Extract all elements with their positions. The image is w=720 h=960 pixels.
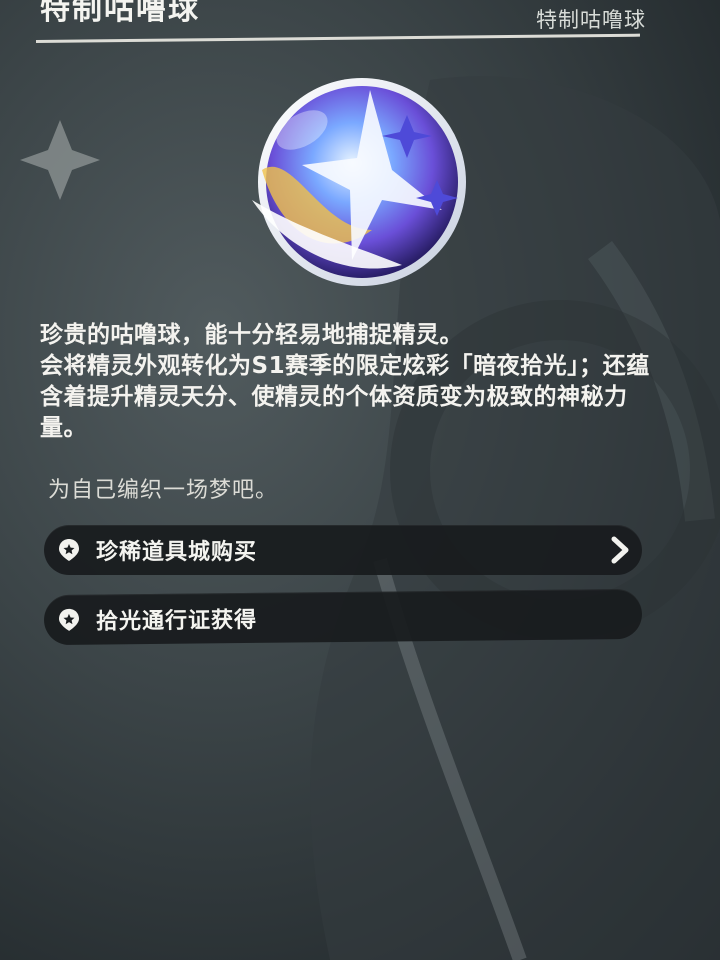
header: 特制咕噜球 特制咕噜球 [0, 0, 720, 44]
item-description: 珍贵的咕噜球，能十分轻易地捕捉精灵。 会将精灵外观转化为S1赛季的限定炫彩「暗夜… [40, 320, 660, 444]
description-line: 珍贵的咕噜球，能十分轻易地捕捉精灵。 [40, 322, 463, 348]
source-pass-button[interactable]: 拾光通行证获得 [43, 588, 643, 646]
page-title: 特制咕噜球 [40, 0, 200, 27]
description-line: 会将精灵外观转化为S1赛季的限定炫彩「暗夜拾光」；还蕴含着提升精灵天分、使精灵的… [40, 353, 650, 441]
location-pin-icon [56, 537, 82, 563]
chevron-right-icon[interactable] [606, 535, 634, 565]
source-label: 珍稀道具城购买 [96, 540, 258, 565]
source-label: 拾光通行证获得 [95, 607, 258, 635]
source-shop-button[interactable]: 珍稀道具城购买 [44, 525, 642, 575]
sparkle-icon [20, 120, 100, 200]
flavor-text: 为自己编织一场梦吧。 [48, 478, 279, 503]
header-divider [35, 33, 640, 43]
item-category: 特制咕噜球 [536, 8, 646, 32]
location-pin-icon [56, 607, 82, 633]
orb-icon [252, 78, 466, 286]
